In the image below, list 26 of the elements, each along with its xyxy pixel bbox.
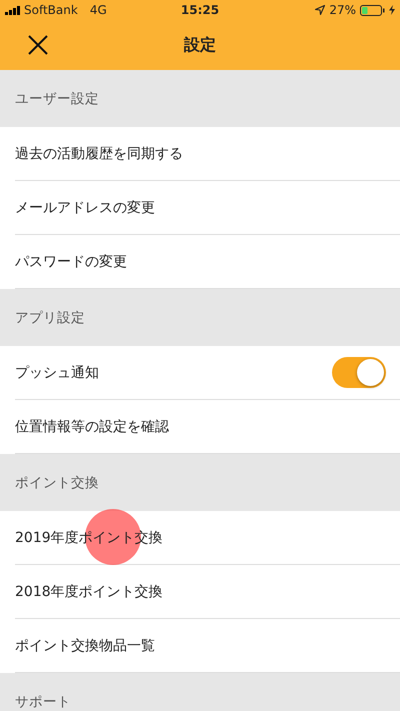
section-header: ユーザー設定 <box>0 70 400 127</box>
battery-icon <box>360 4 385 16</box>
row-label: 2018年度ポイント交換 <box>15 582 163 600</box>
section-header: ポイント交換 <box>0 454 400 511</box>
settings-row[interactable]: 過去の活動履歴を同期する <box>15 127 400 181</box>
settings-row[interactable]: 2018年度ポイント交換 <box>15 565 400 619</box>
network-type: 4G <box>90 3 107 17</box>
row-label: プッシュ通知 <box>15 364 99 382</box>
status-time: 15:25 <box>180 3 220 17</box>
battery-percent: 27% <box>329 3 356 17</box>
screen-title: 設定 <box>184 34 216 56</box>
section-header: サポート <box>0 673 400 711</box>
row-label: 位置情報等の設定を確認 <box>15 418 169 436</box>
row-label: メールアドレスの変更 <box>15 198 155 216</box>
carrier-name: SoftBank <box>24 3 78 17</box>
push-toggle[interactable] <box>332 357 386 388</box>
row-label: ポイント交換物品一覧 <box>15 636 155 654</box>
row-label: 過去の活動履歴を同期する <box>15 144 183 162</box>
location-arrow-icon <box>315 5 326 15</box>
charging-icon <box>389 5 395 15</box>
settings-row[interactable]: プッシュ通知 <box>15 346 400 400</box>
section-header: アプリ設定 <box>0 289 400 346</box>
signal-icon <box>5 6 20 14</box>
row-label: パスワードの変更 <box>15 252 127 270</box>
settings-row[interactable]: メールアドレスの変更 <box>15 181 400 235</box>
close-icon <box>28 35 48 55</box>
